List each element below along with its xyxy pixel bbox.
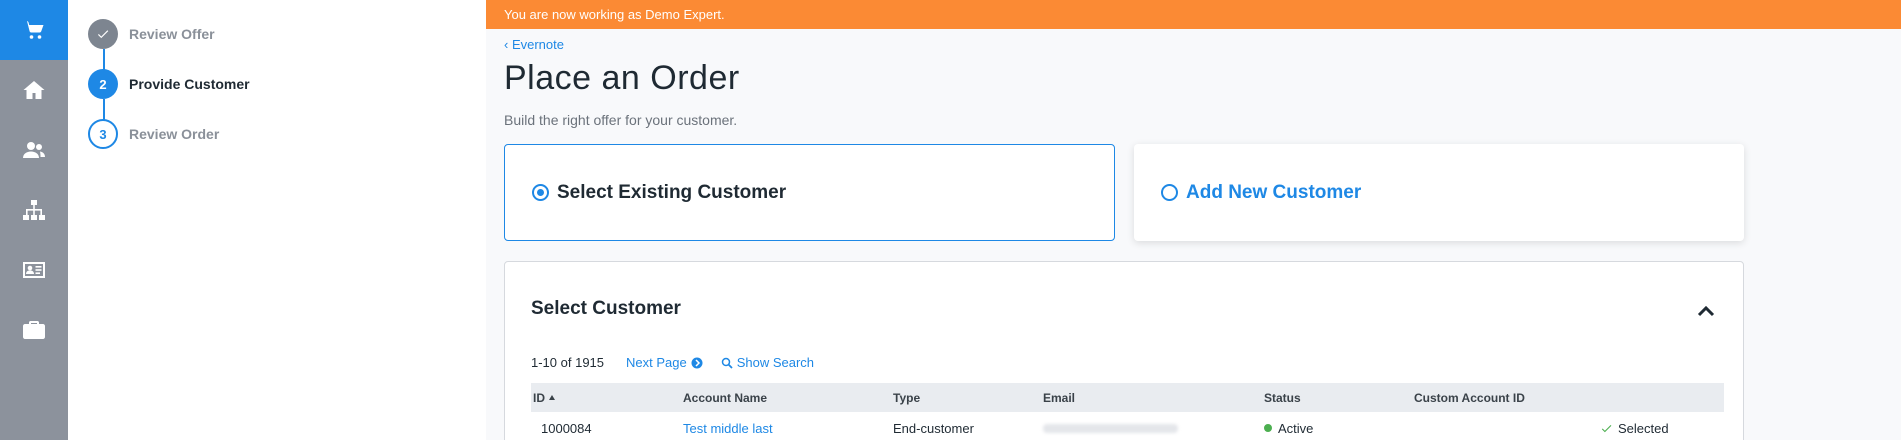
step-label: Review Order	[129, 126, 220, 142]
next-page-link[interactable]: Next Page	[626, 355, 703, 370]
cell-type: End-customer	[893, 420, 974, 436]
search-icon	[721, 357, 733, 369]
show-search-link[interactable]: Show Search	[721, 355, 814, 370]
add-new-customer-option[interactable]: Add New Customer	[1134, 144, 1744, 241]
customer-table: ID Account Name Type Email Status Custom…	[531, 383, 1724, 440]
step-marker: 2	[88, 69, 118, 99]
rail-item-home[interactable]	[0, 60, 68, 120]
column-header-type[interactable]: Type	[893, 391, 1043, 405]
table-header: ID Account Name Type Email Status Custom…	[531, 383, 1724, 412]
users-icon	[23, 142, 45, 158]
check-icon	[97, 30, 109, 39]
back-link[interactable]: ‹ Evernote	[504, 37, 564, 52]
impersonation-banner: You are now working as Demo Expert.	[486, 0, 1901, 29]
cell-selected[interactable]: Selected	[1600, 421, 1724, 436]
account-name-link[interactable]: Test middle last	[683, 421, 773, 436]
radio-unselected-icon	[1161, 184, 1178, 201]
step-review-order[interactable]: 3 Review Order	[88, 119, 219, 149]
panel-title: Select Customer	[531, 298, 681, 319]
step-marker: 3	[88, 119, 118, 149]
radio-selected-icon	[532, 184, 549, 201]
step-marker	[88, 19, 118, 49]
cell-id: 1000084	[541, 420, 592, 436]
step-provide-customer[interactable]: 2 Provide Customer	[88, 69, 250, 99]
column-header-status[interactable]: Status	[1264, 391, 1414, 405]
chevron-up-icon	[1697, 305, 1715, 317]
status-label: Active	[1278, 420, 1314, 436]
selected-label: Selected	[1618, 420, 1669, 436]
column-header-email[interactable]: Email	[1043, 391, 1264, 405]
column-header-account-name[interactable]: Account Name	[683, 391, 893, 405]
step-connector	[103, 49, 105, 71]
redacted-email	[1043, 423, 1178, 433]
rail-item-users[interactable]	[0, 120, 68, 180]
sort-ascending-icon	[549, 395, 555, 400]
rail-item-contacts[interactable]	[0, 240, 68, 300]
column-header-custom-account-id[interactable]: Custom Account ID	[1414, 391, 1600, 405]
collapse-button[interactable]	[1695, 300, 1717, 322]
step-label: Provide Customer	[129, 76, 250, 92]
home-icon	[23, 81, 45, 99]
rail-item-sitemap[interactable]	[0, 180, 68, 240]
option-label: Add New Customer	[1186, 181, 1362, 203]
page-subtitle: Build the right offer for your customer.	[504, 112, 738, 128]
table-row[interactable]: 1000084 Test middle last End-customer Ac…	[531, 412, 1724, 440]
column-header-id[interactable]: ID	[531, 391, 683, 405]
arrow-circle-right-icon	[691, 357, 703, 368]
page-title: Place an Order	[504, 59, 740, 97]
rail-item-cart[interactable]	[0, 0, 68, 60]
select-customer-panel: Select Customer 1-10 of 1915 Next Page S…	[504, 261, 1744, 440]
cell-status: Active	[1264, 421, 1414, 436]
cart-icon	[24, 21, 44, 39]
cell-email	[1043, 421, 1264, 436]
step-review-offer[interactable]: Review Offer	[88, 19, 215, 49]
select-existing-customer-option[interactable]: Select Existing Customer	[504, 144, 1115, 241]
sitemap-icon	[23, 200, 45, 220]
check-icon	[1601, 424, 1612, 432]
order-stepper: Review Offer 2 Provide Customer 3 Review…	[68, 0, 486, 440]
pagination-bar: 1-10 of 1915 Next Page Show Search	[531, 355, 832, 370]
next-page-label: Next Page	[626, 355, 687, 370]
rail-item-briefcase[interactable]	[0, 300, 68, 360]
status-active-dot-icon	[1264, 424, 1272, 432]
show-search-label: Show Search	[736, 355, 815, 370]
briefcase-icon	[23, 321, 45, 339]
option-label: Select Existing Customer	[557, 181, 787, 203]
result-count: 1-10 of 1915	[531, 355, 605, 370]
step-connector	[103, 99, 105, 121]
id-card-icon	[23, 262, 45, 278]
icon-rail	[0, 0, 68, 440]
step-label: Review Offer	[129, 26, 215, 42]
